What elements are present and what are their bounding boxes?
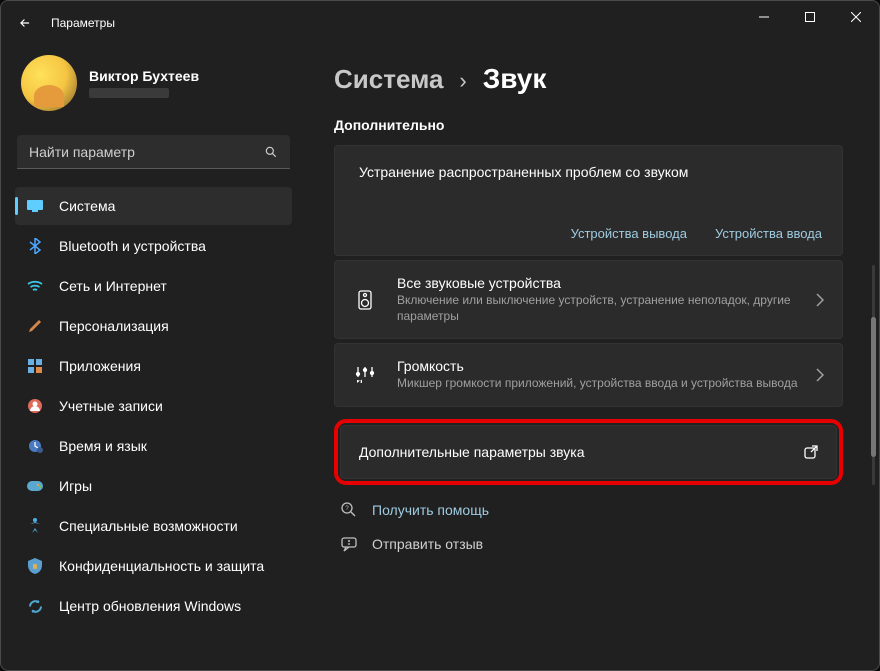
main-content: Система › Звук Дополнительно Устранение …	[306, 45, 879, 670]
nav-item-gaming[interactable]: Игры	[15, 467, 292, 505]
mixer-icon	[355, 365, 375, 385]
nav-item-privacy[interactable]: Конфиденциальность и защита	[15, 547, 292, 585]
nav-item-bluetooth[interactable]: Bluetooth и устройства	[15, 227, 292, 265]
nav-item-accessibility[interactable]: Специальные возможности	[15, 507, 292, 545]
accessibility-icon	[27, 518, 43, 534]
display-icon	[27, 198, 43, 214]
input-devices-link[interactable]: Устройства ввода	[715, 226, 822, 241]
minimize-button[interactable]	[741, 1, 787, 33]
nav-label: Центр обновления Windows	[59, 598, 241, 614]
row-title: Дополнительные параметры звука	[359, 444, 794, 460]
settings-window: Параметры Виктор Бухтеев	[0, 0, 880, 671]
footer-links: ? Получить помощь Отправить отзыв	[334, 497, 843, 557]
help-label: Получить помощь	[372, 502, 489, 518]
breadcrumb: Система › Звук	[334, 63, 843, 95]
wifi-icon	[27, 278, 43, 294]
nav-item-update[interactable]: Центр обновления Windows	[15, 587, 292, 625]
brush-icon	[27, 318, 43, 334]
highlight-box: Дополнительные параметры звука	[334, 419, 843, 485]
troubleshoot-card: Устранение распространенных проблем со з…	[334, 145, 843, 256]
nav-label: Сеть и Интернет	[59, 278, 167, 294]
search-icon	[264, 145, 278, 159]
row-subtitle: Включение или выключение устройств, устр…	[397, 293, 806, 324]
chevron-right-icon	[816, 293, 824, 307]
gamepad-icon	[27, 478, 43, 494]
svg-text:?: ?	[345, 506, 349, 512]
back-button[interactable]	[13, 11, 37, 35]
troubleshoot-title: Устранение распространенных проблем со з…	[359, 164, 822, 180]
row-title: Громкость	[397, 358, 806, 374]
user-name: Виктор Бухтеев	[89, 68, 199, 84]
account-icon	[27, 398, 43, 414]
get-help-link[interactable]: ? Получить помощь	[334, 497, 843, 523]
nav-label: Игры	[59, 478, 92, 494]
nav-item-time[interactable]: Время и язык	[15, 427, 292, 465]
chevron-right-icon: ›	[459, 68, 466, 94]
shield-icon	[27, 558, 43, 574]
nav-label: Персонализация	[59, 318, 169, 334]
nav-item-accounts[interactable]: Учетные записи	[15, 387, 292, 425]
avatar	[21, 55, 77, 111]
open-external-icon	[804, 445, 818, 459]
feedback-icon	[340, 535, 358, 553]
page-title: Звук	[483, 63, 547, 95]
maximize-button[interactable]	[787, 1, 833, 33]
bluetooth-icon	[27, 238, 43, 254]
nav-item-system[interactable]: Система	[15, 187, 292, 225]
breadcrumb-parent[interactable]: Система	[334, 64, 443, 95]
nav-item-personalization[interactable]: Персонализация	[15, 307, 292, 345]
nav-label: Время и язык	[59, 438, 147, 454]
more-sound-settings-card[interactable]: Дополнительные параметры звука	[340, 425, 837, 479]
user-status-placeholder	[89, 88, 169, 98]
nav-item-apps[interactable]: Приложения	[15, 347, 292, 385]
nav-label: Учетные записи	[59, 398, 163, 414]
scrollbar-thumb[interactable]	[871, 317, 876, 457]
nav-list: Система Bluetooth и устройства Сеть и Ин…	[15, 187, 292, 625]
nav-item-network[interactable]: Сеть и Интернет	[15, 267, 292, 305]
nav-label: Bluetooth и устройства	[59, 238, 206, 254]
row-title: Все звуковые устройства	[397, 275, 806, 291]
help-icon: ?	[340, 501, 358, 519]
window-title: Параметры	[51, 16, 115, 30]
window-controls	[741, 1, 879, 33]
sidebar: Виктор Бухтеев Система Bluetooth и устро…	[1, 45, 306, 670]
nav-label: Конфиденциальность и защита	[59, 558, 264, 574]
speaker-icon	[355, 290, 375, 310]
profile-block[interactable]: Виктор Бухтеев	[15, 49, 292, 125]
update-icon	[27, 598, 43, 614]
nav-label: Специальные возможности	[59, 518, 238, 534]
content-area: Виктор Бухтеев Система Bluetooth и устро…	[1, 45, 879, 670]
volume-card[interactable]: Громкость Микшер громкости приложений, у…	[334, 343, 843, 407]
feedback-label: Отправить отзыв	[372, 536, 483, 552]
search-input[interactable]	[29, 144, 264, 160]
nav-label: Система	[59, 198, 115, 214]
close-button[interactable]	[833, 1, 879, 33]
titlebar: Параметры	[1, 1, 879, 45]
apps-icon	[27, 358, 43, 374]
chevron-right-icon	[816, 368, 824, 382]
section-label: Дополнительно	[334, 117, 843, 133]
search-box[interactable]	[17, 135, 290, 169]
nav-label: Приложения	[59, 358, 141, 374]
feedback-link[interactable]: Отправить отзыв	[334, 531, 843, 557]
output-devices-link[interactable]: Устройства вывода	[571, 226, 687, 241]
row-subtitle: Микшер громкости приложений, устройства …	[397, 376, 806, 392]
all-devices-card[interactable]: Все звуковые устройства Включение или вы…	[334, 260, 843, 339]
clock-icon	[27, 438, 43, 454]
